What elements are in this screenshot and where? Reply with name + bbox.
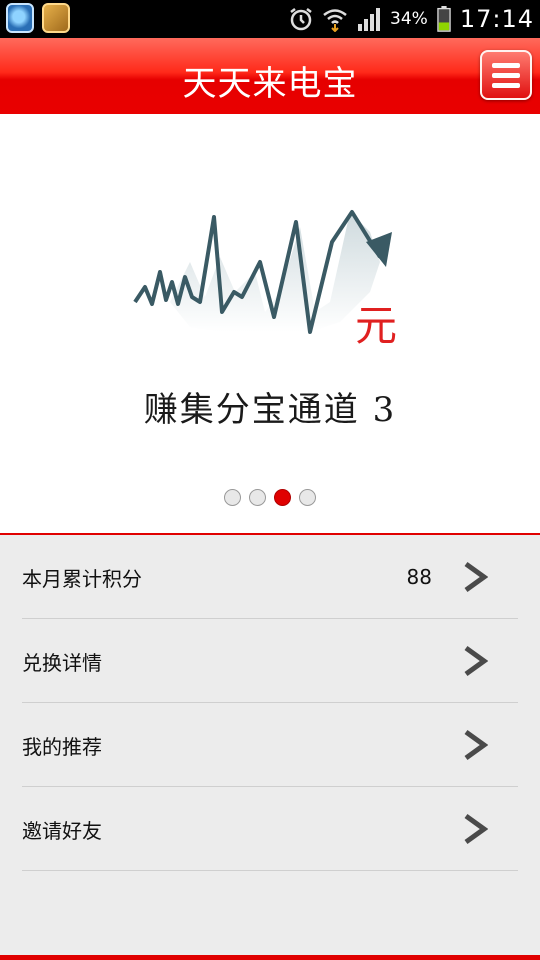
chevron-right-icon (464, 561, 488, 593)
clock: 17:14 (459, 5, 534, 33)
list-item-label: 兑换详情 (22, 651, 102, 675)
yuan-glyph: 元 (355, 301, 397, 350)
banner-carousel[interactable]: 元 赚集分宝通道 3 (0, 114, 540, 534)
battery-icon (437, 6, 451, 32)
banner-caption: 赚集分宝通道 3 (143, 390, 397, 430)
wifi-icon (323, 9, 347, 32)
menu-list: 本月累计积分 88 兑换详情 我的推荐 邀请好友 (0, 535, 540, 871)
carousel-dot[interactable] (224, 489, 241, 506)
list-item-label: 邀请好友 (22, 819, 102, 843)
battery-percent: 34% (390, 9, 428, 29)
list-item-my-referrals[interactable]: 我的推荐 (22, 703, 518, 787)
points-value: 88 (406, 565, 432, 589)
app-header: 天天来电宝 (0, 38, 540, 114)
chevron-right-icon (464, 729, 488, 761)
bottom-accent-bar (0, 955, 540, 960)
list-item-label: 我的推荐 (22, 735, 102, 759)
list-item-invite-friends[interactable]: 邀请好友 (22, 787, 518, 871)
list-item-exchange-details[interactable]: 兑换详情 (22, 619, 518, 703)
chevron-right-icon (464, 645, 488, 677)
signal-icon (358, 8, 381, 31)
list-item-monthly-points[interactable]: 本月累计积分 88 (22, 535, 518, 619)
status-bar: 34% 17:14 (0, 0, 540, 38)
alarm-icon (290, 8, 312, 31)
carousel-dot[interactable] (249, 489, 266, 506)
list-item-label: 本月累计积分 (22, 567, 142, 591)
carousel-indicator (0, 489, 540, 506)
carousel-dot[interactable] (299, 489, 316, 506)
hamburger-menu-button[interactable] (480, 50, 532, 100)
package-notification-icon (42, 3, 70, 33)
app-notification-icon (6, 3, 34, 33)
stock-chart-illustration: 元 (133, 210, 397, 350)
carousel-dot-active[interactable] (274, 489, 291, 506)
page-title: 天天来电宝 (182, 64, 358, 104)
chevron-right-icon (464, 813, 488, 845)
